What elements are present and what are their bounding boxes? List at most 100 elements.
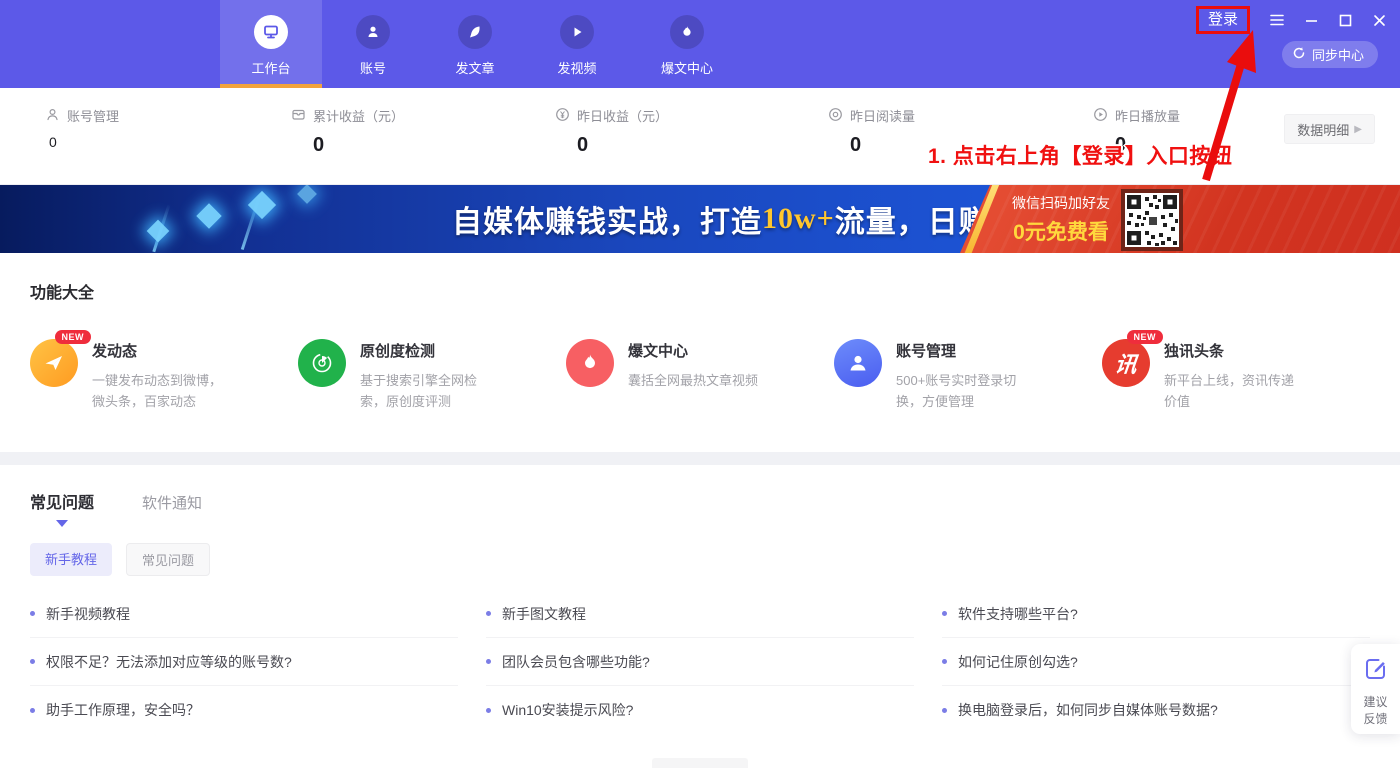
flame-icon bbox=[566, 339, 614, 387]
promo-line2: 0元免费看 bbox=[1005, 216, 1117, 246]
faq-item[interactable]: 换电脑登录后，如何同步自媒体账号数据? bbox=[942, 686, 1370, 734]
feature-desc: 囊括全网最热文章视频 bbox=[628, 370, 764, 391]
tab-publish-article[interactable]: 发文章 bbox=[424, 0, 526, 88]
originality-gauge-icon bbox=[298, 339, 346, 387]
headline-text: 流量，日赚 bbox=[835, 197, 990, 241]
duxun-logo-icon: 讯 bbox=[1102, 339, 1150, 387]
faq-item[interactable]: 助手工作原理，安全吗？ bbox=[30, 686, 458, 734]
feedback-line1: 建议 bbox=[1363, 695, 1387, 709]
feature-post-moments[interactable]: NEW 发动态 一键发布动态到微博，微头条，百家动态 bbox=[30, 339, 298, 412]
pill-common-questions[interactable]: 常见问题 bbox=[126, 543, 210, 576]
workbench-monitor-icon bbox=[254, 15, 288, 49]
feature-duxun-toutiao[interactable]: 讯 NEW 独讯头条 新平台上线，资讯传递价值 bbox=[1102, 339, 1370, 412]
faq-item[interactable]: Win10安装提示风险? bbox=[486, 686, 914, 734]
main-nav: 工作台 账号 发文章 发视频 bbox=[220, 0, 746, 88]
wallet-icon bbox=[291, 107, 306, 125]
faq-grid: 新手视频教程 权限不足？无法添加对应等级的账号数? 助手工作原理，安全吗？ 新手… bbox=[30, 590, 1370, 734]
stat-label: 昨日播放量 bbox=[1115, 106, 1180, 125]
stat-yesterday-reads: 昨日阅读量 0 bbox=[828, 106, 915, 157]
feature-title: 独讯头条 bbox=[1164, 340, 1300, 361]
stat-label: 昨日收益（元） bbox=[577, 106, 668, 125]
faq-item[interactable]: 软件支持哪些平台? bbox=[942, 590, 1370, 638]
faq-item-label: 团队会员包含哪些功能? bbox=[502, 652, 650, 672]
hamburger-icon[interactable] bbox=[1270, 13, 1284, 27]
feature-title: 账号管理 bbox=[896, 340, 1032, 361]
bullet-dot-icon bbox=[30, 611, 35, 616]
feature-hot-articles[interactable]: 爆文中心 囊括全网最热文章视频 bbox=[566, 339, 834, 412]
feature-desc: 新平台上线，资讯传递价值 bbox=[1164, 370, 1300, 412]
stats-bar: 账号管理 0 累计收益（元） 0 昨日收益（元） 0 bbox=[0, 88, 1400, 185]
faq-item[interactable]: 权限不足？无法添加对应等级的账号数? bbox=[30, 638, 458, 686]
data-detail-button[interactable]: 数据明细 ▶ bbox=[1284, 114, 1375, 144]
tab-label: 爆文中心 bbox=[661, 58, 713, 77]
sync-center-button[interactable]: 同步中心 bbox=[1282, 41, 1378, 68]
faq-item-label: Win10安装提示风险? bbox=[502, 700, 633, 720]
banner-cube-decor bbox=[196, 203, 221, 228]
features-heading: 功能大全 bbox=[30, 279, 1370, 303]
close-icon[interactable] bbox=[1372, 13, 1386, 27]
minimize-icon[interactable] bbox=[1304, 13, 1318, 27]
person-icon bbox=[834, 339, 882, 387]
tab-label: 工作台 bbox=[251, 58, 290, 77]
faq-item[interactable]: 新手图文教程 bbox=[486, 590, 914, 638]
faq-item[interactable]: 新手视频教程 bbox=[30, 590, 458, 638]
faq-item-label: 助手工作原理，安全吗？ bbox=[46, 700, 200, 720]
refresh-icon bbox=[1292, 46, 1306, 63]
paper-plane-icon bbox=[30, 339, 78, 387]
faq-column-1: 新手视频教程 权限不足？无法添加对应等级的账号数? 助手工作原理，安全吗？ bbox=[30, 590, 458, 734]
faq-item-label: 如何记住原创勾选? bbox=[958, 652, 1078, 672]
view-more-button[interactable]: 查看更多 ▶ bbox=[652, 758, 748, 768]
feedback-label: 建议 反馈 bbox=[1363, 694, 1387, 728]
stat-yesterday-income: 昨日收益（元） 0 bbox=[555, 106, 668, 157]
faq-item[interactable]: 团队会员包含哪些功能? bbox=[486, 638, 914, 686]
feedback-floating-button[interactable]: 建议 反馈 bbox=[1351, 644, 1400, 734]
feature-title: 原创度检测 bbox=[360, 340, 496, 361]
tab-accounts[interactable]: 账号 bbox=[322, 0, 424, 88]
maximize-icon[interactable] bbox=[1338, 13, 1352, 27]
feature-originality-check[interactable]: 原创度检测 基于搜索引擎全网检索，原创度评测 bbox=[298, 339, 566, 412]
stat-value: 0 bbox=[313, 134, 404, 157]
feature-title: 爆文中心 bbox=[628, 340, 764, 361]
faq-item[interactable]: 如何记住原创勾选? bbox=[942, 638, 1370, 686]
banner-promo-text: 微信扫码加好友 0元免费看 bbox=[1005, 193, 1117, 246]
bullet-dot-icon bbox=[486, 611, 491, 616]
stat-total-income: 累计收益（元） 0 bbox=[291, 106, 404, 157]
more-row: 查看更多 ▶ bbox=[30, 758, 1370, 768]
faq-tabs: 常见问题 软件通知 bbox=[30, 489, 1370, 513]
faq-column-3: 软件支持哪些平台? 如何记住原创勾选? 换电脑登录后，如何同步自媒体账号数据? bbox=[942, 590, 1370, 734]
promo-line1: 微信扫码加好友 bbox=[1005, 193, 1117, 213]
tab-label: 发文章 bbox=[455, 58, 494, 77]
account-person-icon bbox=[356, 15, 390, 49]
tab-software-notices[interactable]: 软件通知 bbox=[142, 492, 202, 513]
feature-desc: 500+账号实时登录切换，方便管理 bbox=[896, 370, 1032, 412]
feature-title: 发动态 bbox=[92, 340, 228, 361]
feature-account-management[interactable]: 账号管理 500+账号实时登录切换，方便管理 bbox=[834, 339, 1102, 412]
headline-gold-text: 10w+ bbox=[762, 202, 835, 236]
tab-workbench[interactable]: 工作台 bbox=[220, 0, 322, 88]
sync-center-label: 同步中心 bbox=[1312, 45, 1364, 64]
feature-desc: 一键发布动态到微博，微头条，百家动态 bbox=[92, 370, 228, 412]
faq-item-label: 权限不足？无法添加对应等级的账号数? bbox=[46, 652, 292, 672]
tab-hot-articles[interactable]: 爆文中心 bbox=[628, 0, 746, 88]
tab-common-questions[interactable]: 常见问题 bbox=[30, 489, 94, 513]
login-button[interactable]: 登录 bbox=[1196, 6, 1250, 34]
publish-video-play-icon bbox=[560, 15, 594, 49]
bullet-dot-icon bbox=[942, 708, 947, 713]
bullet-dot-icon bbox=[30, 659, 35, 664]
bullet-dot-icon bbox=[486, 708, 491, 713]
bullet-dot-icon bbox=[30, 708, 35, 713]
feature-desc: 基于搜索引擎全网检索，原创度评测 bbox=[360, 370, 496, 412]
duxun-glyph: 讯 bbox=[1113, 347, 1138, 379]
promo-banner[interactable]: 自媒体赚钱实战，打造10w+流量，日赚500+高收益玩法 微信扫码加好友 0元免… bbox=[0, 185, 1400, 253]
stat-label: 昨日阅读量 bbox=[850, 106, 915, 125]
tab-publish-video[interactable]: 发视频 bbox=[526, 0, 628, 88]
hot-articles-flame-icon bbox=[670, 15, 704, 49]
stat-label: 账号管理 bbox=[67, 106, 119, 125]
faq-section: 常见问题 软件通知 新手教程 常见问题 新手视频教程 权限不足？无法添加对应等级… bbox=[0, 465, 1400, 768]
tab-label: 账号 bbox=[360, 58, 386, 77]
feedback-pen-icon bbox=[1363, 656, 1389, 687]
banner-cube-decor bbox=[297, 185, 317, 204]
banner-cube-decor bbox=[147, 220, 170, 243]
bullet-dot-icon bbox=[942, 659, 947, 664]
pill-beginner-tutorial[interactable]: 新手教程 bbox=[30, 543, 112, 576]
